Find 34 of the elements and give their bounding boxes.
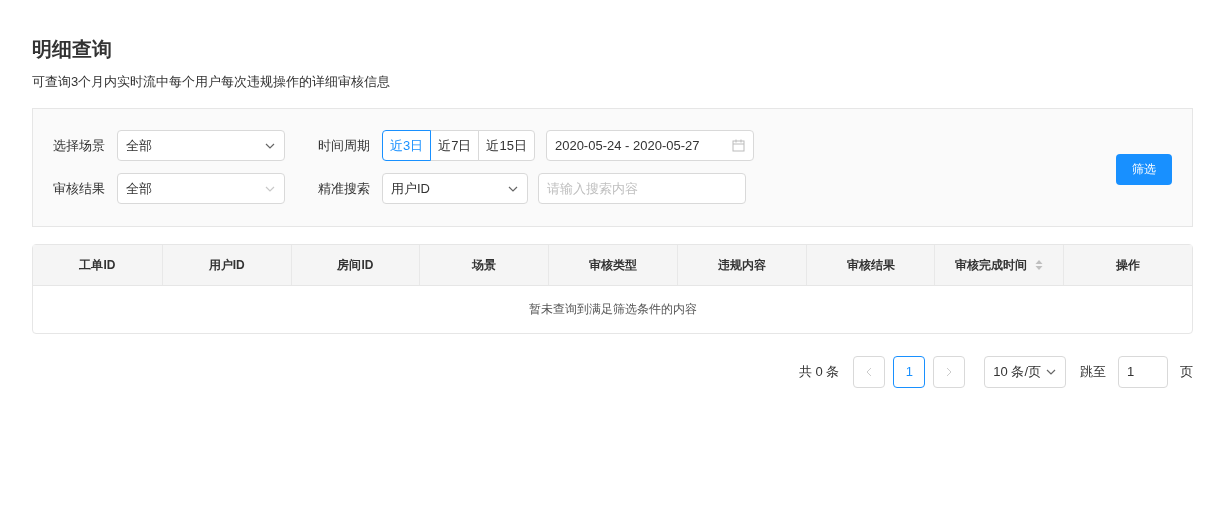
- select-field[interactable]: 用户ID: [382, 173, 528, 204]
- previous-page-button[interactable]: [853, 355, 886, 388]
- field-label: 时间周期: [318, 136, 371, 155]
- jump-label: 跳至: [1080, 362, 1106, 381]
- column-header: 用户ID: [161, 244, 291, 285]
- period-option[interactable]: 近15日: [478, 130, 535, 161]
- chevron-right-icon: [945, 366, 954, 377]
- page-suffix: 页: [1180, 362, 1193, 381]
- page-title: 明细查询: [32, 37, 113, 62]
- period-option[interactable]: 近7日: [430, 130, 480, 161]
- chevron-left-icon: [865, 366, 874, 377]
- next-page-button[interactable]: [933, 355, 966, 388]
- empty-message: 暂未查询到满足筛选条件的内容: [528, 301, 697, 318]
- select-field[interactable]: 全部: [117, 173, 285, 204]
- total-count: 共 0 条: [798, 362, 840, 381]
- column-header: 工单ID: [78, 256, 117, 274]
- column-header: 场景: [419, 244, 549, 285]
- field-label: 选择场景: [53, 136, 106, 155]
- column-header[interactable]: 审核完成时间: [934, 244, 1064, 285]
- page-size-select[interactable]: 10 条/页: [984, 355, 1066, 388]
- column-header: 违规内容: [676, 244, 806, 285]
- sort-icon[interactable]: [1035, 259, 1044, 270]
- page-subtitle: 可查询3个月内实时流中每个用户每次违规操作的详细审核信息: [32, 73, 392, 91]
- column-header: 审核结果: [805, 244, 935, 285]
- page-jump-field[interactable]: 1: [1118, 355, 1168, 388]
- date-range-field[interactable]: 2020-05-24 - 2020-05-27: [545, 130, 754, 161]
- select-field[interactable]: 全部: [117, 130, 285, 161]
- column-header: 操作: [1063, 244, 1192, 285]
- calendar-icon: [731, 139, 745, 152]
- column-header: 房间ID: [290, 244, 420, 285]
- field-label: 精准搜索: [318, 179, 371, 198]
- column-header: 审核类型: [548, 244, 677, 285]
- search-field[interactable]: 请输入搜索内容: [538, 173, 746, 204]
- field-label: 审核结果: [53, 179, 106, 198]
